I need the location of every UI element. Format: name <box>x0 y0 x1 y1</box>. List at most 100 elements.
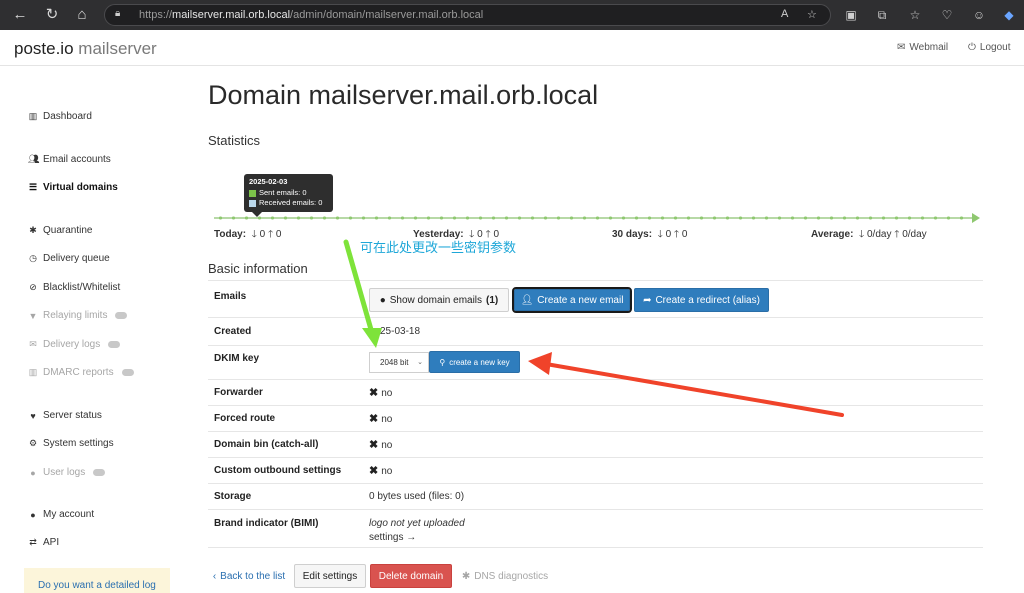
back-icon[interactable]: ← <box>10 5 30 25</box>
sidebar-item-api[interactable]: ⇄ API <box>28 537 59 548</box>
sidebar-item-virtual-domains[interactable]: ☰ Virtual domains <box>28 182 118 193</box>
dkim-size-select[interactable]: 2048 bit ⌄ <box>369 352 429 373</box>
sidebar-item-delivery-logs: ✉ Delivery logs <box>28 339 121 350</box>
address-bar[interactable]: 🔒︎ https://mailserver.mail.orb.local/adm… <box>104 4 831 26</box>
sidebar-item-server-status[interactable]: ♥ Server status <box>28 410 102 421</box>
annotation-text: 可在此处更改一些密钥参数 <box>360 240 517 255</box>
sidebar-item-delivery-queue[interactable]: ◷ Delivery queue <box>28 253 110 264</box>
cross-icon: ✖ <box>369 387 379 399</box>
performance-icon[interactable]: ♡ <box>938 6 956 24</box>
share-icon: ➦ <box>643 294 652 306</box>
cross-icon: ✖ <box>369 439 379 451</box>
edit-settings-button[interactable]: Edit settings <box>294 564 366 588</box>
row-custom-outbound: Custom outbound settings ✖ no <box>208 458 983 484</box>
row-created: Created 25-03-18 <box>208 318 983 346</box>
power-icon: ⏻ <box>968 42 976 53</box>
promo-box[interactable]: Do you want a detailed log <box>24 568 170 593</box>
stat-today: Today: 🡓︎ 0 🡑︎ 0 <box>214 229 282 240</box>
down-arrow-icon: 🡓︎ <box>251 229 257 240</box>
up-arrow-icon: 🡑︎ <box>894 229 900 240</box>
reload-icon[interactable]: ↻ <box>42 5 62 25</box>
chart-icon: ▥ <box>28 111 38 121</box>
row-forwarder: Forwarder ✖ no <box>208 380 983 406</box>
back-to-list-link[interactable]: ‹ Back to the list <box>208 565 290 587</box>
page: poste.io mailserver ✉ Webmail ⏻ Logout ▥ Da… <box>0 30 1024 593</box>
pro-badge <box>121 369 134 376</box>
profile-icon[interactable]: ☺ <box>970 6 988 24</box>
favorite-star-icon[interactable]: ☆ <box>807 8 817 21</box>
browser-toolbar: ← ↻ ⌂ 🔒︎ https://mailserver.mail.orb.loc… <box>0 0 1024 30</box>
sidebar-item-dashboard[interactable]: ▥ Dashboard <box>28 111 92 122</box>
sidebar-item-system-settings[interactable]: ⚙ System settings <box>28 438 114 449</box>
user-plus-icon: 👤︎ <box>520 294 534 306</box>
exchange-icon: ⇄ <box>29 537 37 547</box>
delete-domain-button[interactable]: Delete domain <box>370 564 452 588</box>
received-swatch <box>249 199 256 207</box>
read-aloud-icon[interactable]: A <box>781 8 788 20</box>
lock-icon: 🔒︎ <box>115 8 121 19</box>
database-icon: ☰ <box>28 182 38 192</box>
down-arrow-icon: 🡓︎ <box>859 229 865 240</box>
sidebar-item-relaying-limits: ▼ Relaying limits <box>28 310 128 321</box>
create-email-button[interactable]: 👤︎ Create a new email <box>512 287 632 313</box>
logout-link[interactable]: ⏻ Logout <box>968 42 1011 53</box>
users-icon: 👥︎ <box>28 154 40 164</box>
create-new-key-button[interactable]: ⚲ create a new key <box>429 351 520 373</box>
row-dkim: DKIM key <box>208 346 983 380</box>
favorites-icon[interactable]: ☆ <box>906 6 924 24</box>
sent-swatch <box>249 189 256 197</box>
filter-icon: ▼ <box>28 310 38 321</box>
down-arrow-icon: 🡓︎ <box>657 229 663 240</box>
ban-icon: ⊘ <box>29 282 37 292</box>
sidebar-item-quarantine[interactable]: ✱ Quarantine <box>28 225 92 236</box>
heartbeat-icon: ♥ <box>30 410 36 421</box>
bimi-settings-link[interactable]: settings → <box>369 532 416 543</box>
sidebar-item-dmarc-reports: ▥ DMARC reports <box>28 367 134 378</box>
sidebar-item-user-logs: ● User logs <box>28 467 106 478</box>
basic-info-heading: Basic information <box>208 261 308 276</box>
clock-icon: ◷ <box>29 253 37 263</box>
pro-badge <box>108 341 121 348</box>
statistics-chart-line <box>214 215 974 221</box>
pro-badge <box>115 312 128 319</box>
sidebar: ▥ Dashboard 👥︎ Email accounts ☰ Virtual dom… <box>0 67 185 593</box>
up-arrow-icon: 🡑︎ <box>267 229 274 240</box>
user-icon: ● <box>379 294 386 306</box>
home-icon[interactable]: ⌂ <box>72 5 92 25</box>
chevron-down-icon: ⌄ <box>417 359 423 366</box>
row-brand-indicator: Brand indicator (BIMI) logo not yet uplo… <box>208 510 983 548</box>
brand-logo[interactable]: poste.io mailserver <box>14 39 157 59</box>
cross-icon: ✖ <box>369 413 379 425</box>
create-redirect-button[interactable]: ➦ Create a redirect (alias) <box>634 288 769 312</box>
up-arrow-icon: 🡑︎ <box>673 229 680 240</box>
cross-icon: ✖ <box>369 465 379 477</box>
chart-arrow-icon <box>972 213 980 223</box>
row-forced-route: Forced route ✖ no <box>208 406 983 432</box>
envelope-icon: ✉ <box>29 339 37 349</box>
chart-icon: ▥ <box>28 367 38 377</box>
user-icon: ● <box>30 509 36 520</box>
bug-icon: ✱ <box>461 570 471 582</box>
copilot-icon[interactable]: ◆ <box>1000 6 1018 24</box>
webmail-link[interactable]: ✉ Webmail <box>897 42 948 53</box>
app-header: poste.io mailserver ✉ Webmail ⏻ Logout <box>0 30 1024 66</box>
statistics-heading: Statistics <box>208 133 261 148</box>
key-icon: ⚲ <box>439 357 446 367</box>
row-storage: Storage 0 bytes used (files: 0) <box>208 484 983 510</box>
split-screen-icon[interactable]: ▣ <box>842 6 860 24</box>
address-url: https://mailserver.mail.orb.local/admin/… <box>139 9 484 21</box>
dns-diagnostics-button: ✱ DNS diagnostics <box>461 570 549 582</box>
sidebar-item-blacklist[interactable]: ⊘ Blacklist/Whitelist <box>28 282 120 293</box>
bug-icon: ✱ <box>29 225 37 235</box>
sidebar-item-my-account[interactable]: ● My account <box>28 509 94 520</box>
row-domain-bin: Domain bin (catch-all) ✖ no <box>208 432 983 458</box>
page-title: Domain mailserver.mail.orb.local <box>208 80 599 110</box>
sidebar-item-email-accounts[interactable]: 👥︎ Email accounts <box>28 154 111 165</box>
cogs-icon: ⚙ <box>28 438 38 448</box>
pro-badge <box>93 469 106 476</box>
show-domain-emails-button[interactable]: ● Show domain emails (1) <box>369 288 509 312</box>
stat-average: Average: 🡓︎ 0/day 🡑︎ 0/day <box>811 229 927 240</box>
stat-30-days: 30 days: 🡓︎ 0 🡑︎ 0 <box>612 229 688 240</box>
extensions-icon[interactable]: ⧉ <box>873 6 891 24</box>
chart-tooltip: 2025-02-03 Sent emails: 0 Received email… <box>244 174 333 217</box>
